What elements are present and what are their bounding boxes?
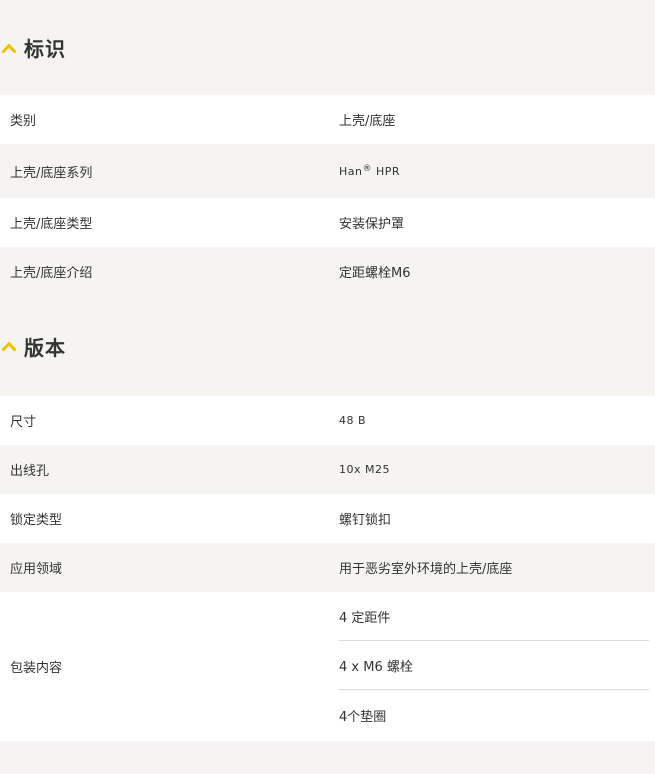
section-title: 版本 bbox=[24, 335, 66, 360]
spec-row: 出线孔 10x M25 bbox=[0, 445, 655, 494]
package-items-list: 4 定距件 4 x M6 螺栓 4个垫圈 bbox=[339, 592, 655, 741]
spec-label: 尺寸 bbox=[10, 415, 37, 430]
section-header-identification[interactable]: 标识 bbox=[0, 0, 655, 95]
package-item-text: 4个垫圈 bbox=[339, 710, 387, 725]
spec-row: 上壳/底座类型 安装保护罩 bbox=[0, 198, 655, 247]
package-item: 4个垫圈 bbox=[339, 690, 649, 741]
spec-row: 尺寸 48 B bbox=[0, 396, 655, 445]
chevron-up-icon[interactable] bbox=[2, 339, 16, 353]
section-header-version[interactable]: 版本 bbox=[0, 296, 655, 396]
package-contents-row: 包装内容 4 定距件 4 x M6 螺栓 4个垫圈 bbox=[0, 592, 655, 741]
series-name: Han bbox=[339, 165, 363, 178]
spec-label: 出线孔 bbox=[10, 464, 50, 479]
package-item-text: 4 x M6 螺栓 bbox=[339, 659, 413, 675]
spec-value: 用于恶劣室外环境的上壳/底座 bbox=[339, 562, 513, 577]
spec-value: 10x M25 bbox=[339, 463, 390, 476]
spec-row: 上壳/底座系列 Han® HPR bbox=[0, 144, 655, 198]
spec-value: 48 B bbox=[339, 414, 367, 427]
package-item: 4 x M6 螺栓 bbox=[339, 641, 649, 690]
spec-value: 上壳/底座 bbox=[339, 114, 396, 129]
spec-row: 类别 上壳/底座 bbox=[0, 95, 655, 144]
spec-label: 应用领域 bbox=[10, 562, 63, 577]
spec-value: 螺钉锁扣 bbox=[339, 513, 392, 528]
spec-label: 锁定类型 bbox=[10, 513, 63, 528]
registered-mark: ® bbox=[362, 164, 372, 174]
spec-row: 上壳/底座介绍 定距螺栓M6 bbox=[0, 247, 655, 296]
spec-label: 上壳/底座介绍 bbox=[10, 266, 93, 281]
spec-row: 锁定类型 螺钉锁扣 bbox=[0, 494, 655, 543]
chevron-up-icon[interactable] bbox=[2, 41, 16, 55]
spec-value: 安装保护罩 bbox=[339, 217, 405, 232]
spec-row: 应用领域 用于恶劣室外环境的上壳/底座 bbox=[0, 543, 655, 592]
package-item-text: 4 定距件 bbox=[339, 610, 391, 626]
spec-label: 上壳/底座系列 bbox=[10, 165, 93, 181]
spec-value: Han® HPR bbox=[339, 164, 655, 178]
spec-sheet: 标识 类别 上壳/底座 上壳/底座系列 Han® HPR 上壳/底座类型 安装保… bbox=[0, 0, 655, 741]
series-suffix: HPR bbox=[371, 165, 401, 178]
spec-label: 上壳/底座类型 bbox=[10, 217, 93, 232]
spec-value: 定距螺栓M6 bbox=[339, 266, 411, 281]
section-title: 标识 bbox=[24, 37, 66, 61]
package-item: 4 定距件 bbox=[339, 592, 649, 641]
spec-label: 类别 bbox=[10, 114, 37, 129]
spec-label: 包装内容 bbox=[10, 661, 63, 676]
